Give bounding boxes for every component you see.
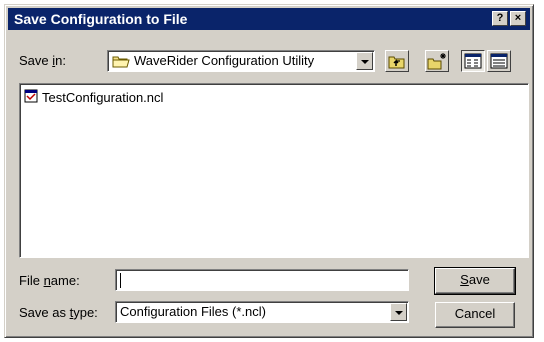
save-as-type-value: Configuration Files (*.ncl) [120,304,266,319]
file-item-name: TestConfiguration.ncl [42,89,164,105]
list-view-button[interactable] [461,50,485,72]
folder-icon [112,54,130,71]
save-button[interactable]: Save [434,267,516,295]
details-view-button[interactable] [487,50,511,72]
file-name-input[interactable] [115,269,409,291]
help-button[interactable]: ? [492,11,508,26]
chevron-down-icon[interactable] [356,52,373,70]
save-as-type-label: Save as type: [19,305,98,320]
save-in-dropdown[interactable]: WaveRider Configuration Utility [107,50,375,72]
file-item[interactable]: TestConfiguration.ncl [24,89,163,105]
dialog-title: Save Configuration to File [14,11,188,27]
create-new-folder-button[interactable] [425,50,449,72]
cancel-button[interactable]: Cancel [435,302,515,328]
save-as-type-dropdown[interactable]: Configuration Files (*.ncl) [115,301,409,323]
save-in-value: WaveRider Configuration Utility [134,53,315,68]
text-caret [120,273,121,288]
save-in-label: Save in: [19,53,66,68]
close-button[interactable]: × [510,11,526,26]
chevron-down-icon[interactable] [390,303,407,321]
file-list[interactable]: TestConfiguration.ncl [19,83,529,258]
ncl-file-icon [24,89,38,106]
file-name-label: File name: [19,273,80,288]
up-one-level-button[interactable] [385,50,409,72]
save-dialog: Save Configuration to File ? × Save in: … [4,4,534,338]
title-bar[interactable]: Save Configuration to File ? × [8,8,530,30]
